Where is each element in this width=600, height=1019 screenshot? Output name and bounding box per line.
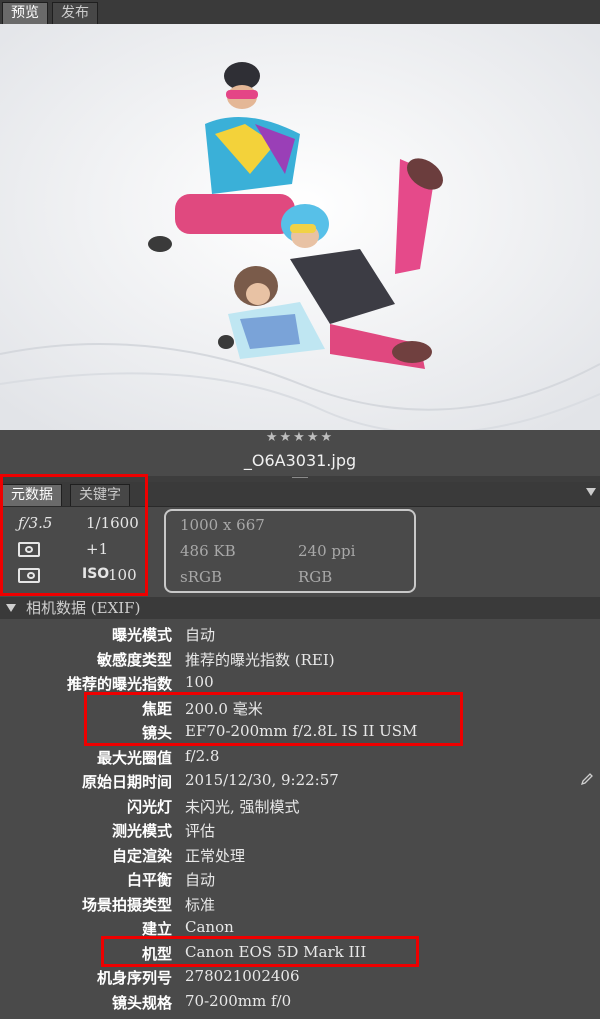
exif-value: 100 bbox=[185, 673, 214, 691]
exif-label: 机身序列号 bbox=[96, 969, 172, 987]
tab-preview[interactable]: 预览 bbox=[2, 2, 48, 24]
exif-row: 敏感度类型 推荐的曝光指数 (REI) bbox=[0, 649, 600, 673]
image-dimensions: 1000 x 667 bbox=[180, 516, 265, 534]
exif-value: 标准 bbox=[185, 896, 216, 914]
resolution: 240 ppi bbox=[298, 542, 356, 560]
rating-stars[interactable]: ★★★★★ bbox=[0, 430, 600, 445]
exif-value: 2015/12/30, 9:22:57 bbox=[185, 771, 339, 789]
exif-row: 镜头规格 70-200mm f/0 bbox=[0, 992, 600, 1016]
exif-label: 最大光圈值 bbox=[96, 749, 172, 767]
highlight-box-model bbox=[101, 936, 419, 967]
color-mode: RGB bbox=[298, 568, 333, 586]
exif-label: 白平衡 bbox=[126, 871, 172, 889]
exif-label: 曝光模式 bbox=[111, 626, 172, 644]
exif-row: 自定渲染 正常处理 bbox=[0, 845, 600, 869]
sled-photo bbox=[0, 24, 600, 430]
file-size: 486 KB bbox=[180, 542, 236, 560]
exif-value: 278021002406 bbox=[185, 967, 300, 985]
exif-row: 场景拍摄类型 标准 bbox=[0, 894, 600, 918]
edit-pencil-icon[interactable] bbox=[580, 772, 594, 786]
exif-row: 闪光灯 未闪光, 强制模式 bbox=[0, 796, 600, 820]
exif-value: 自动 bbox=[185, 626, 216, 644]
exif-value: 70-200mm f/0 bbox=[185, 992, 292, 1010]
exif-label: 敏感度类型 bbox=[96, 651, 172, 669]
file-name: _O6A3031.jpg bbox=[243, 451, 357, 470]
highlight-box-summary bbox=[0, 474, 148, 596]
exif-value: 评估 bbox=[185, 822, 216, 840]
exif-value: 正常处理 bbox=[185, 847, 246, 865]
collapse-triangle-icon[interactable] bbox=[6, 604, 16, 612]
exif-section-title: 相机数据 (EXIF) bbox=[26, 599, 141, 617]
panel-menu-icon[interactable] bbox=[586, 488, 596, 496]
exif-value: f/2.8 bbox=[185, 747, 220, 765]
top-tab-bar: 预览 发布 bbox=[0, 0, 600, 25]
exif-row: 测光模式 评估 bbox=[0, 820, 600, 844]
exif-label: 闪光灯 bbox=[126, 798, 172, 816]
exif-value: Canon bbox=[185, 918, 234, 936]
exif-label: 场景拍摄类型 bbox=[81, 896, 172, 914]
exif-row: 原始日期时间 2015/12/30, 9:22:57 bbox=[0, 771, 600, 795]
exif-label: 镜头规格 bbox=[111, 994, 172, 1012]
exif-row: 曝光模式 自动 bbox=[0, 624, 600, 648]
exif-label: 原始日期时间 bbox=[81, 773, 172, 791]
exif-row: 机身序列号 278021002406 bbox=[0, 967, 600, 991]
exif-value: 推荐的曝光指数 (REI) bbox=[185, 651, 335, 669]
exif-label: 自定渲染 bbox=[111, 847, 172, 865]
exif-label: 推荐的曝光指数 bbox=[66, 675, 172, 693]
exif-row: 最大光圈值 f/2.8 bbox=[0, 747, 600, 771]
exif-section-header[interactable]: 相机数据 (EXIF) bbox=[0, 597, 600, 619]
exif-row: 白平衡 自动 bbox=[0, 869, 600, 893]
tab-publish[interactable]: 发布 bbox=[52, 2, 98, 24]
photo-preview bbox=[0, 24, 600, 430]
color-profile: sRGB bbox=[180, 568, 222, 586]
exif-value: 未闪光, 强制模式 bbox=[185, 798, 300, 816]
file-info-box: 1000 x 667 486 KB 240 ppi sRGB RGB bbox=[164, 509, 416, 593]
highlight-box-lens bbox=[84, 692, 463, 746]
exif-label: 测光模式 bbox=[111, 822, 172, 840]
exif-value: 自动 bbox=[185, 871, 216, 889]
